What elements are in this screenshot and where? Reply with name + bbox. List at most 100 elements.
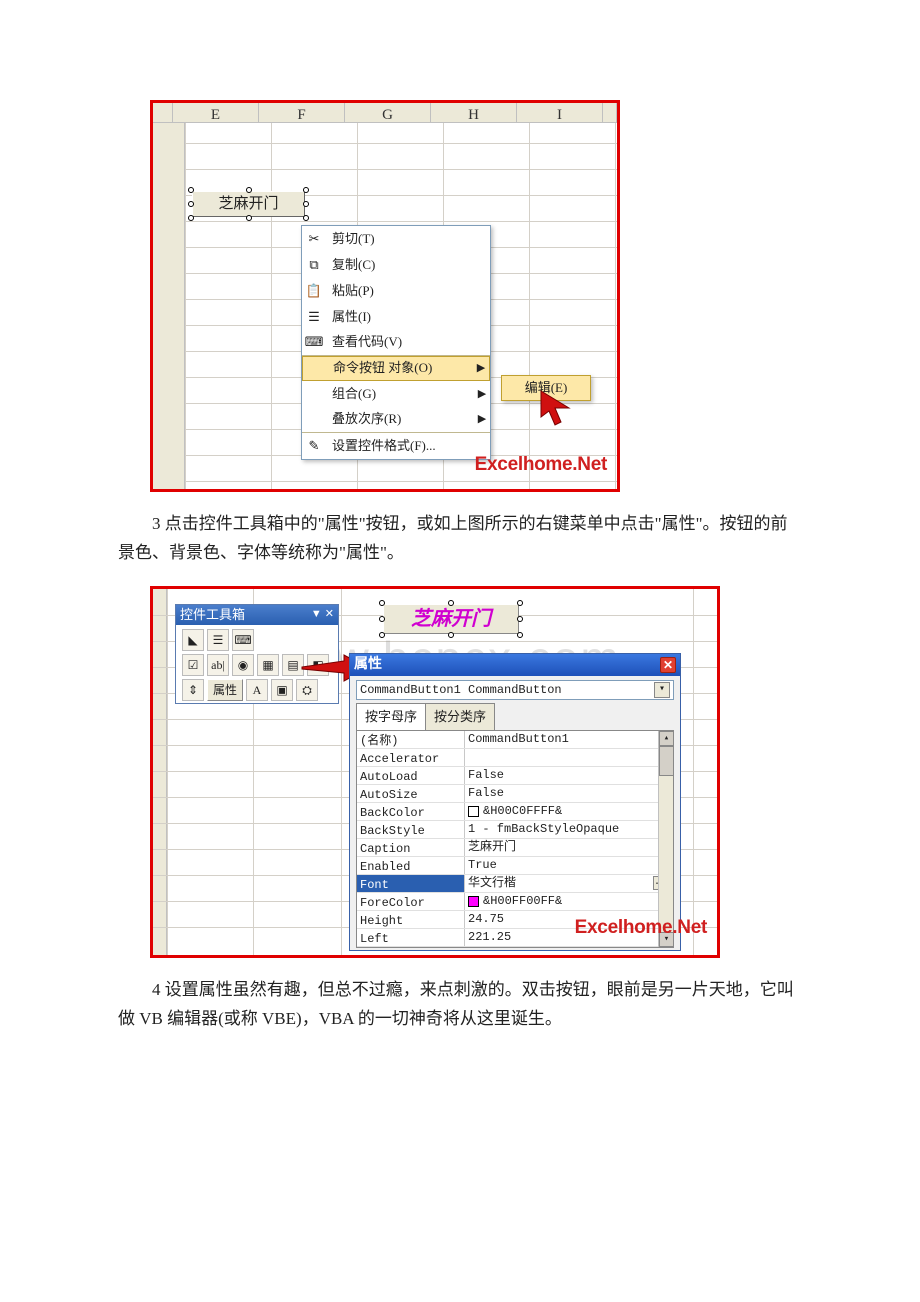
dropdown-icon[interactable]: ▼ [311, 605, 322, 624]
tab-categorized[interactable]: 按分类序 [425, 703, 495, 730]
resize-handle-icon[interactable] [379, 616, 385, 622]
resize-handle-icon[interactable] [448, 632, 454, 638]
properties-titlebar[interactable]: 属性 ✕ [350, 654, 680, 676]
property-name: AutoSize [357, 785, 465, 802]
menu-item-order[interactable]: 叠放次序(R) ▶ [302, 407, 490, 433]
toolbox-textbox-icon[interactable]: ab| [207, 654, 229, 676]
col-header[interactable]: I [517, 103, 603, 123]
property-name: (名称) [357, 731, 465, 748]
property-row[interactable]: Caption芝麻开门 [357, 839, 673, 857]
resize-handle-icon[interactable] [517, 616, 523, 622]
toolbox-spinner-icon[interactable]: ⇕ [182, 679, 204, 701]
resize-handle-icon[interactable] [246, 187, 252, 193]
resize-handle-icon[interactable] [379, 600, 385, 606]
cursor-arrow-icon [539, 389, 573, 429]
resize-handle-icon[interactable] [188, 187, 194, 193]
controls-toolbox[interactable]: 控件工具箱 ▼ ✕ ◣ ☰ ⌨ ☑ ab| ◉ ▦ ▤ ◧ [175, 604, 339, 704]
property-value[interactable]: &H00FF00FF& [465, 893, 673, 910]
submenu-arrow-icon: ▶ [474, 385, 490, 404]
context-menu: ✂ 剪切(T) ⧉ 复制(C) 📋 粘贴(P) ☰ 属性(I) ⌨ 查看代码(V… [301, 225, 491, 460]
property-value[interactable]: True [465, 857, 673, 874]
rowhead-corner [153, 103, 173, 123]
figure-context-menu: E F G H I [150, 100, 620, 492]
figure-properties-window: www.bcpcx.com 控件工具箱 ▼ ✕ ◣ ☰ ⌨ ☑ ab| ◉ [150, 586, 720, 958]
property-name: BackColor [357, 803, 465, 820]
resize-handle-icon[interactable] [448, 600, 454, 606]
toolbox-image-icon[interactable]: ▣ [271, 679, 293, 701]
tab-alphabetic[interactable]: 按字母序 [356, 703, 426, 730]
resize-handle-icon[interactable] [379, 632, 385, 638]
property-name: BackStyle [357, 821, 465, 838]
col-header[interactable]: E [173, 103, 259, 123]
watermark: Excelhome.Net [575, 912, 707, 944]
toolbox-design-mode-icon[interactable]: ◣ [182, 629, 204, 651]
close-icon[interactable]: ✕ [325, 605, 334, 624]
property-row[interactable]: BackColor&H00C0FFFF& [357, 803, 673, 821]
column-headers: E F G H I [153, 103, 617, 123]
close-icon[interactable]: ✕ [660, 657, 676, 673]
property-name: Accelerator [357, 749, 465, 766]
object-selector[interactable]: CommandButton1 CommandButton ▾ [356, 680, 674, 700]
property-row[interactable]: AutoSizeFalse [357, 785, 673, 803]
menu-item-paste[interactable]: 📋 粘贴(P) [302, 278, 490, 304]
resize-handle-icon[interactable] [188, 215, 194, 221]
menu-label: 叠放次序(R) [326, 408, 474, 430]
toolbox-option-icon[interactable]: ◉ [232, 654, 254, 676]
resize-handle-icon[interactable] [303, 201, 309, 207]
row-headers [153, 123, 185, 489]
property-row[interactable]: (名称)CommandButton1 [357, 731, 673, 749]
command-button-selection[interactable]: 芝麻开门 [383, 604, 519, 634]
property-row[interactable]: Font华文行楷... [357, 875, 673, 893]
toolbox-checkbox-icon[interactable]: ☑ [182, 654, 204, 676]
menu-item-properties[interactable]: ☰ 属性(I) [302, 304, 490, 330]
property-row[interactable]: Accelerator [357, 749, 673, 767]
menu-item-cut[interactable]: ✂ 剪切(T) [302, 226, 490, 252]
property-name: Enabled [357, 857, 465, 874]
code-icon: ⌨ [302, 331, 326, 353]
property-value[interactable]: 华文行楷... [465, 875, 673, 892]
col-header[interactable]: F [259, 103, 345, 123]
toolbox-properties-button[interactable]: 属性 [207, 679, 243, 701]
property-value[interactable] [465, 749, 673, 766]
scroll-thumb[interactable] [659, 746, 674, 776]
resize-handle-icon[interactable] [517, 600, 523, 606]
menu-item-command-button-object[interactable]: 命令按钮 对象(O) ▶ [302, 356, 490, 381]
toolbox-titlebar[interactable]: 控件工具箱 ▼ ✕ [176, 605, 338, 625]
menu-item-format-control[interactable]: ✎ 设置控件格式(F)... [302, 433, 490, 459]
resize-handle-icon[interactable] [303, 215, 309, 221]
property-value[interactable]: CommandButton1 [465, 731, 673, 748]
toolbox-properties-icon[interactable]: ☰ [207, 629, 229, 651]
resize-handle-icon[interactable] [517, 632, 523, 638]
scroll-up-icon[interactable]: ▴ [659, 731, 674, 746]
command-button-selection[interactable]: 芝麻开门 [192, 191, 305, 217]
resize-handle-icon[interactable] [188, 201, 194, 207]
menu-item-group[interactable]: 组合(G) ▶ [302, 381, 490, 407]
command-button[interactable]: 芝麻开门 [192, 191, 305, 217]
col-header[interactable]: H [431, 103, 517, 123]
property-row[interactable]: ForeColor&H00FF00FF& [357, 893, 673, 911]
property-value[interactable]: False [465, 767, 673, 784]
properties-window[interactable]: 属性 ✕ CommandButton1 CommandButton ▾ 按字母序… [349, 653, 681, 951]
menu-item-view-code[interactable]: ⌨ 查看代码(V) [302, 330, 490, 356]
property-value[interactable]: False [465, 785, 673, 802]
color-swatch-icon [468, 806, 479, 817]
toolbox-combo-icon[interactable]: ▦ [257, 654, 279, 676]
toolbox-label-icon[interactable]: A [246, 679, 268, 701]
property-row[interactable]: AutoLoadFalse [357, 767, 673, 785]
property-value[interactable]: 1 - fmBackStyleOpaque [465, 821, 673, 838]
menu-item-copy[interactable]: ⧉ 复制(C) [302, 252, 490, 278]
watermark: Excelhome.Net [475, 449, 607, 481]
toolbox-view-code-icon[interactable]: ⌨ [232, 629, 254, 651]
property-row[interactable]: EnabledTrue [357, 857, 673, 875]
property-row[interactable]: BackStyle1 - fmBackStyleOpaque [357, 821, 673, 839]
resize-handle-icon[interactable] [303, 187, 309, 193]
menu-label: 粘贴(P) [326, 280, 490, 302]
properties-tabs: 按字母序 按分类序 [356, 703, 674, 730]
property-value[interactable]: &H00C0FFFF& [465, 803, 673, 820]
property-value[interactable]: 芝麻开门 [465, 839, 673, 856]
resize-handle-icon[interactable] [246, 215, 252, 221]
command-button[interactable]: 芝麻开门 [383, 604, 519, 634]
submenu-arrow-icon: ▶ [473, 359, 489, 378]
col-header[interactable]: G [345, 103, 431, 123]
chevron-down-icon[interactable]: ▾ [654, 682, 670, 698]
